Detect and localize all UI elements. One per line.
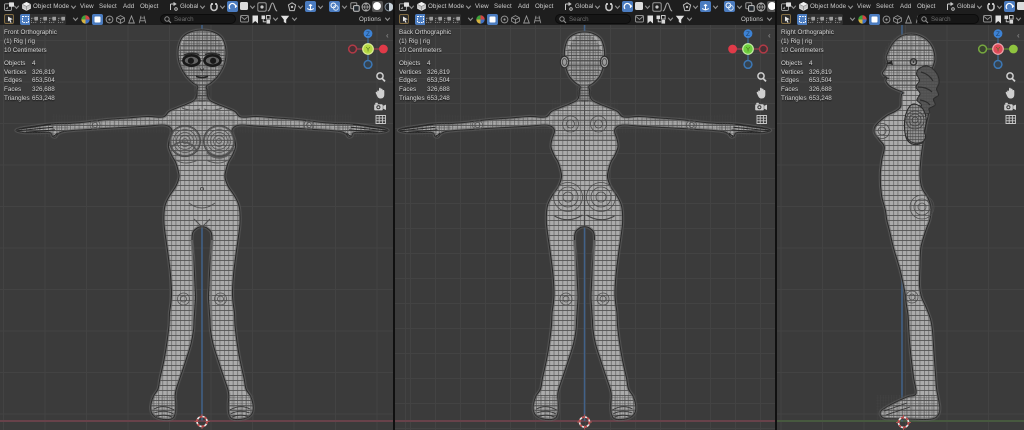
svg-text:Z: Z [746, 31, 750, 38]
svg-text:Z: Z [996, 31, 1000, 38]
svg-text:Y: Y [366, 46, 371, 53]
svg-text:Y: Y [746, 46, 751, 53]
svg-text:Y: Y [996, 46, 1001, 53]
svg-text:Z: Z [366, 31, 370, 38]
